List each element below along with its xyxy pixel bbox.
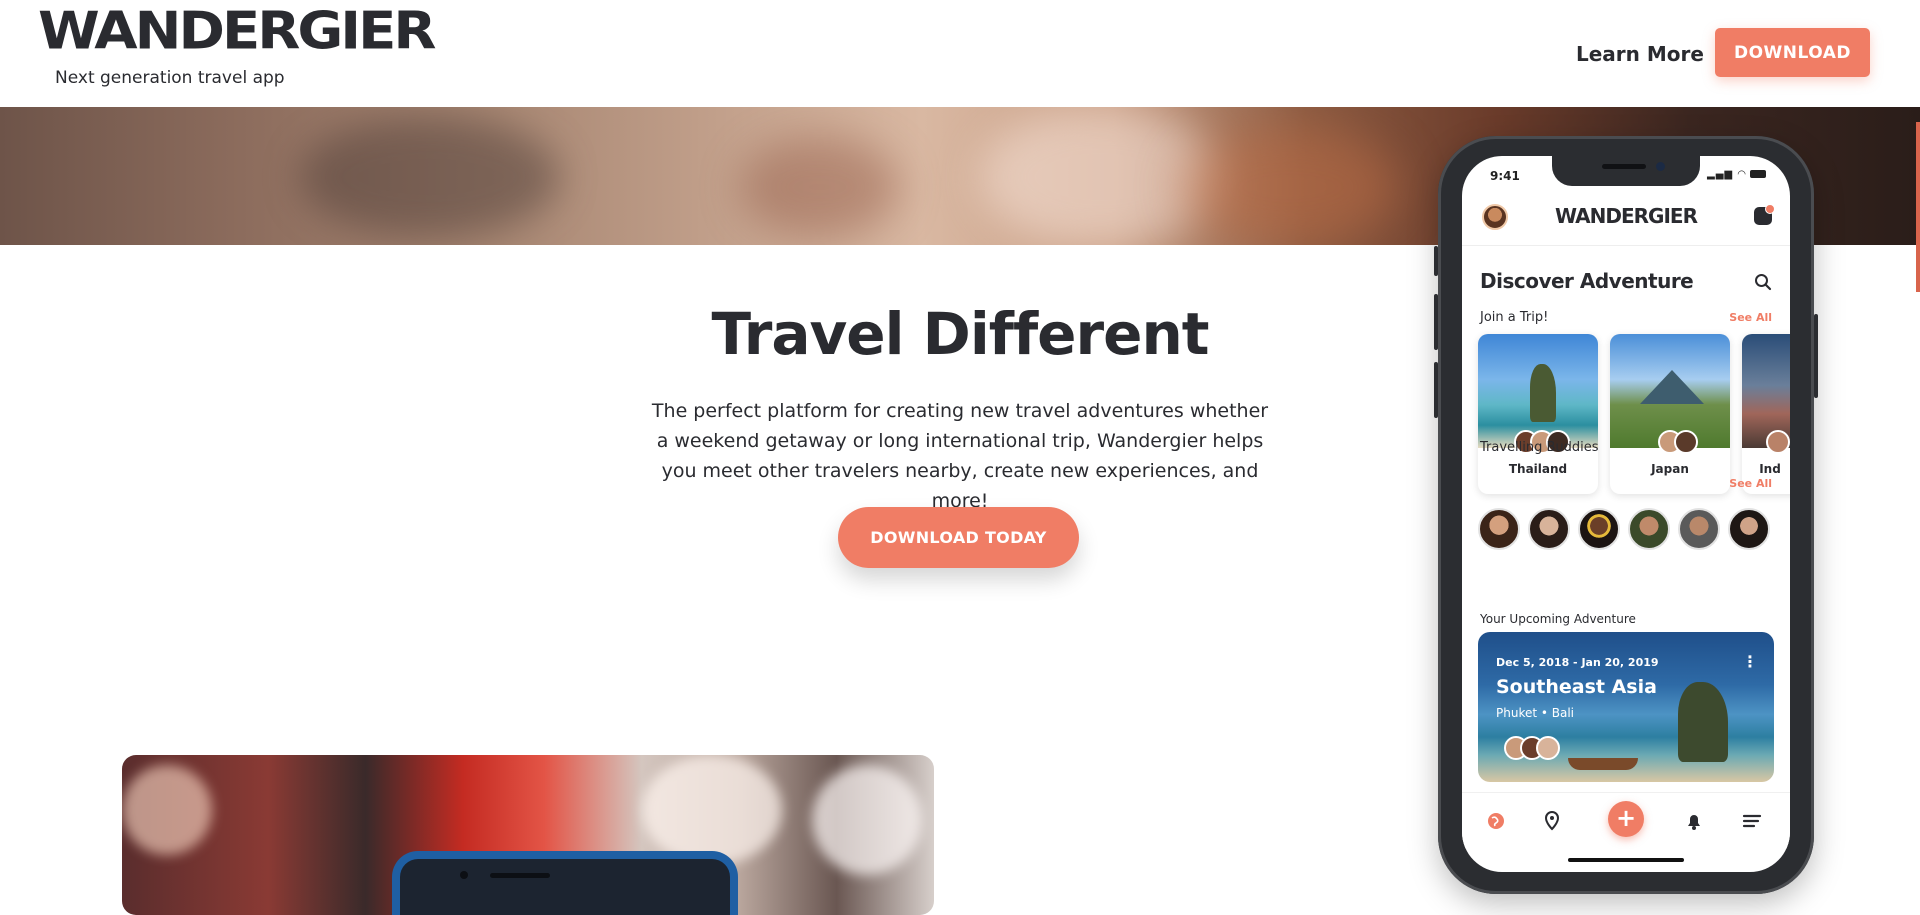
buddy-avatar[interactable]	[1528, 508, 1570, 550]
hero-title: Travel Different	[711, 300, 1210, 368]
learn-more-link[interactable]: Learn More	[1576, 42, 1704, 66]
trip-members	[1766, 430, 1790, 456]
trip-card-thailand[interactable]: Thailand	[1478, 334, 1598, 494]
globe-icon[interactable]	[1482, 807, 1510, 835]
app-logo: WANDERGIER	[1555, 204, 1698, 228]
divider	[1462, 245, 1790, 246]
join-trip-label: Join a Trip!	[1480, 310, 1549, 325]
upcoming-adventure-card[interactable]: Dec 5, 2018 - Jan 20, 2019 Southeast Asi…	[1478, 632, 1774, 782]
edge-accent	[1916, 122, 1920, 292]
home-indicator	[1568, 858, 1684, 862]
trip-card-japan[interactable]: Japan	[1610, 334, 1730, 494]
download-button[interactable]: DOWNLOAD	[1715, 28, 1870, 77]
adventure-title: Southeast Asia	[1496, 676, 1657, 698]
trip-name: Ind	[1759, 462, 1781, 476]
see-all-trips-link[interactable]: See All	[1729, 311, 1772, 324]
status-time: 9:41	[1490, 169, 1520, 183]
adventure-dates: Dec 5, 2018 - Jan 20, 2019	[1496, 656, 1659, 669]
upcoming-adventure-label: Your Upcoming Adventure	[1480, 612, 1636, 626]
notification-dot	[1765, 204, 1775, 214]
more-vertical-icon[interactable]: ⋮	[1742, 652, 1758, 671]
battery-icon	[1750, 170, 1766, 178]
phone-screen: 9:41 ▂▄▆ ◠ WANDERGIER Discover Adventure…	[1462, 156, 1790, 872]
app-header: WANDERGIER	[1462, 192, 1790, 244]
status-icons: ▂▄▆ ◠	[1707, 169, 1766, 180]
tagline: Next generation travel app	[55, 68, 285, 88]
trip-name: Thailand	[1508, 462, 1568, 476]
bell-icon[interactable]	[1680, 807, 1708, 835]
trip-members	[1658, 430, 1698, 456]
phone-photo	[392, 851, 738, 915]
trip-card-ind[interactable]: Ind	[1742, 334, 1790, 494]
travelling-buddies-label: Travelling Buddies	[1480, 440, 1599, 455]
download-today-button[interactable]: DOWNLOAD TODAY	[838, 507, 1079, 568]
adventure-places: Phuket • Bali	[1496, 706, 1575, 720]
map-pin-icon[interactable]	[1538, 807, 1566, 835]
feature-photo	[122, 755, 934, 915]
phone-mockup: 9:41 ▂▄▆ ◠ WANDERGIER Discover Adventure…	[1434, 136, 1818, 894]
buddy-avatar[interactable]	[1578, 508, 1620, 550]
site-logo[interactable]: WANDERGIER	[38, 6, 436, 58]
site-header: WANDERGIER Next generation travel app Le…	[0, 0, 1920, 107]
adventure-members	[1504, 736, 1560, 764]
buddy-avatar[interactable]	[1678, 508, 1720, 550]
buddy-avatar[interactable]	[1478, 508, 1520, 550]
phone-notch	[1552, 156, 1700, 186]
see-all-buddies-link[interactable]: See All	[1729, 477, 1772, 490]
trip-name: Japan	[1651, 462, 1689, 476]
hero-description: The perfect platform for creating new tr…	[651, 400, 1269, 512]
bottom-tab-bar: +	[1462, 792, 1790, 849]
inbox-icon[interactable]	[1754, 204, 1775, 225]
plus-icon[interactable]: +	[1608, 801, 1644, 837]
buddy-avatar[interactable]	[1728, 508, 1770, 550]
search-icon[interactable]	[1754, 273, 1772, 291]
menu-icon[interactable]	[1738, 807, 1766, 835]
buddy-avatar[interactable]	[1628, 508, 1670, 550]
discover-title: Discover Adventure	[1480, 269, 1694, 293]
